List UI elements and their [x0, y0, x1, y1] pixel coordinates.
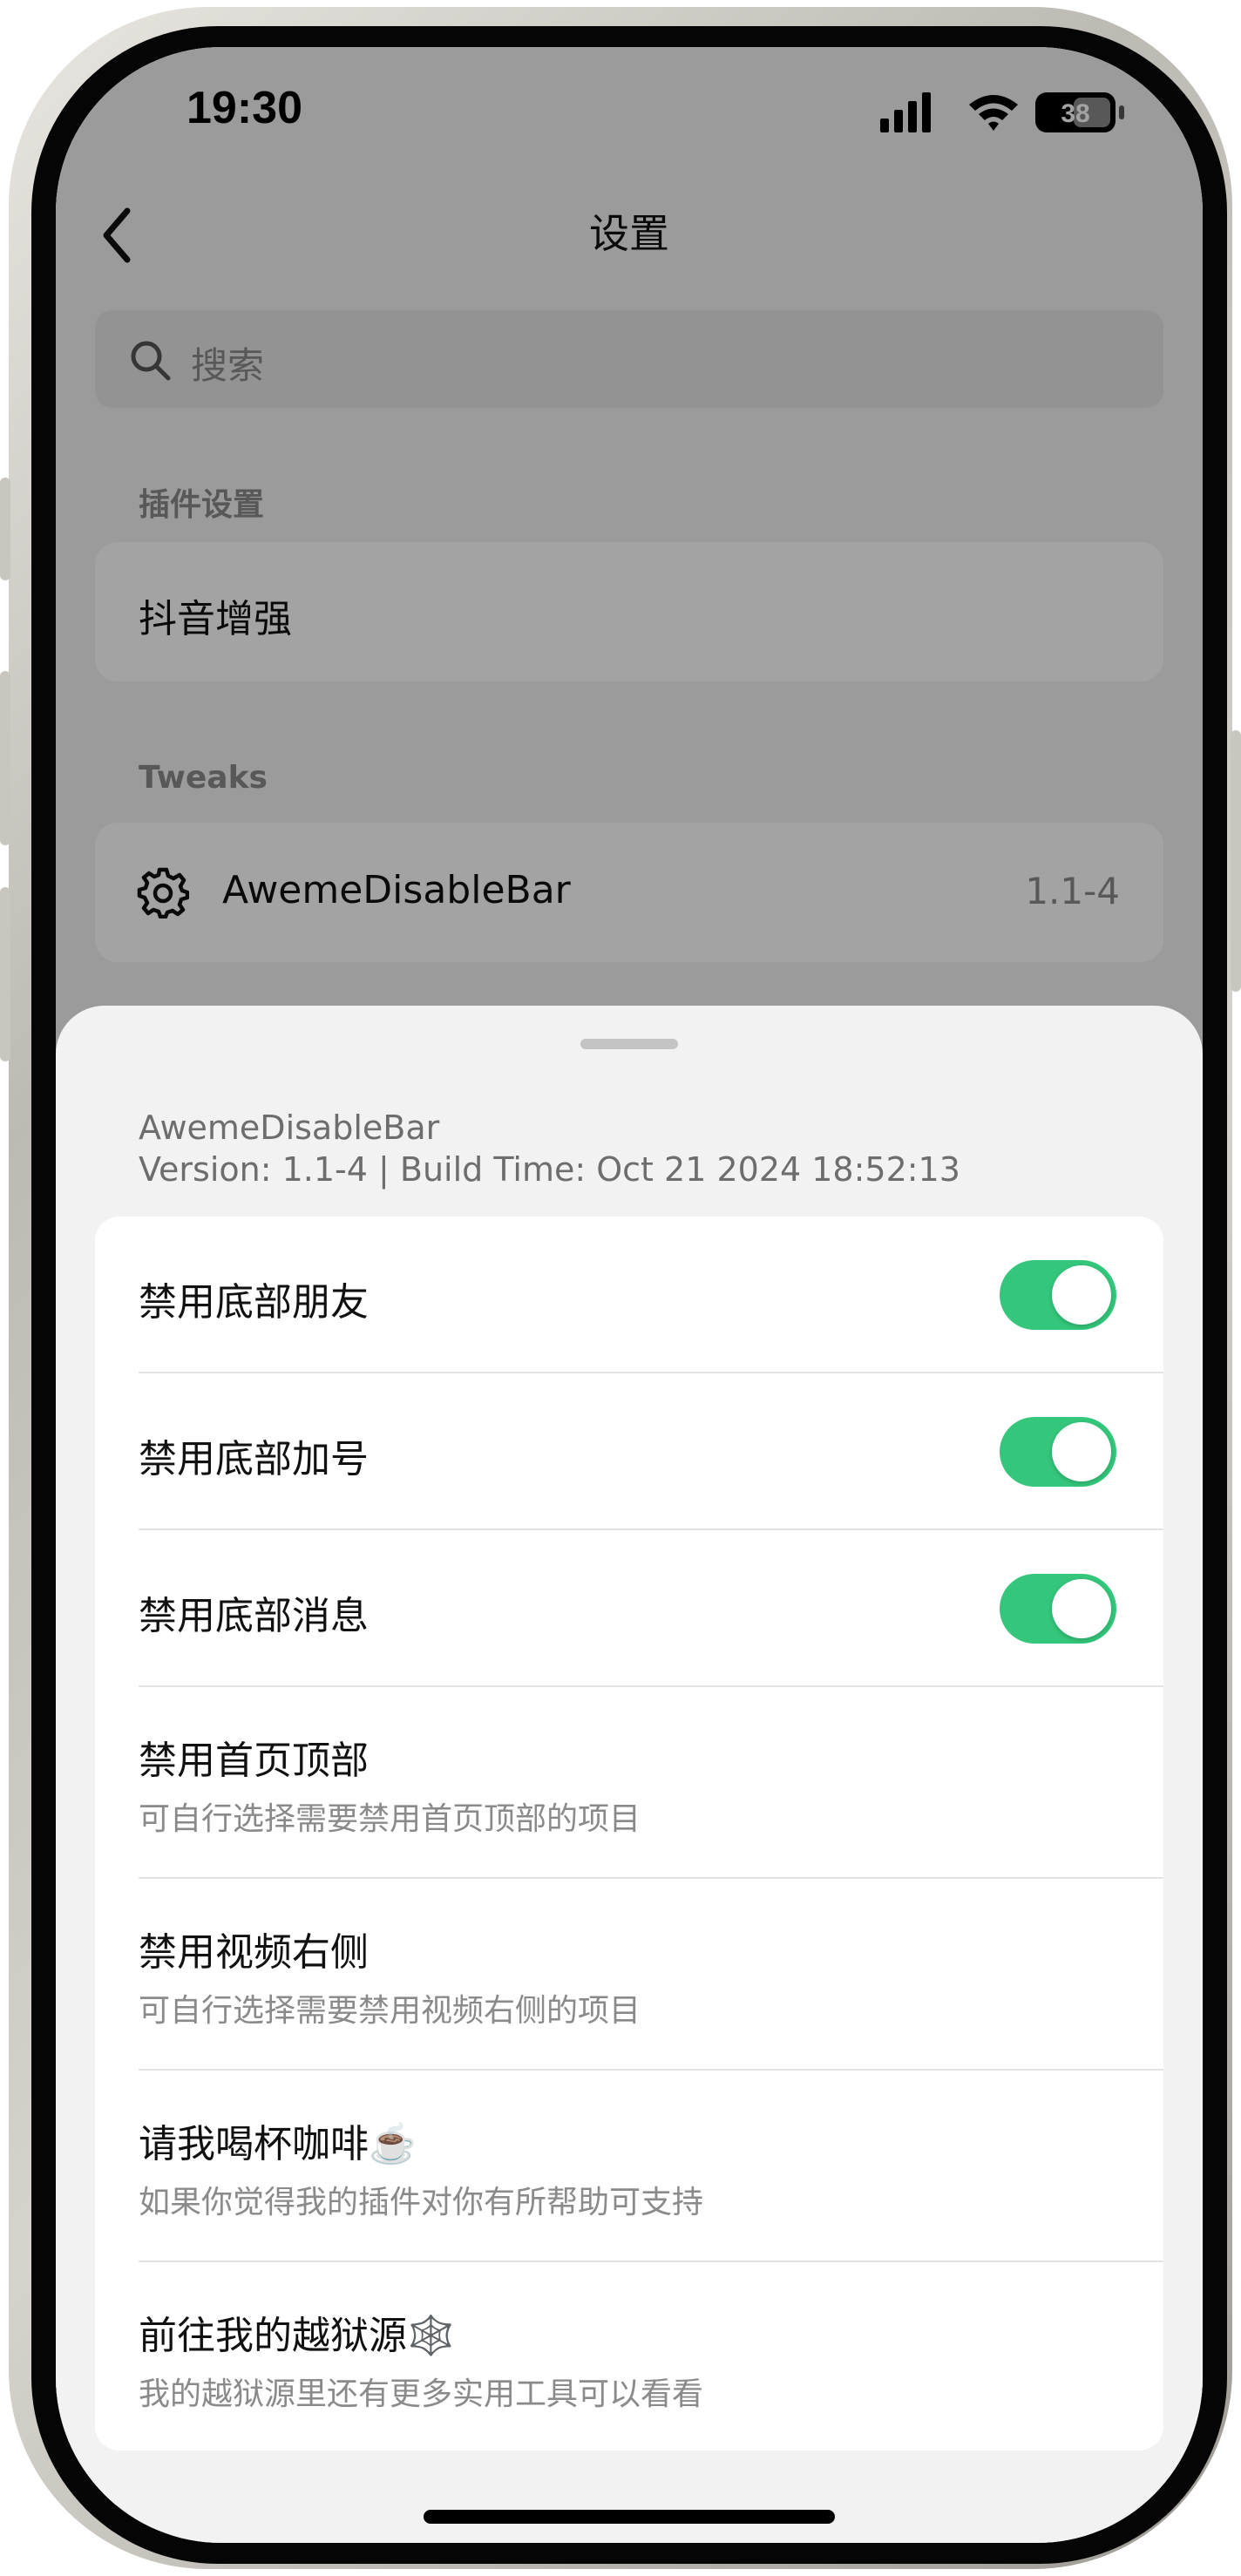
sheet-plugin-name: AwemeDisableBar	[139, 1108, 440, 1147]
option-subtitle: 我的越狱源里还有更多实用工具可以看看	[139, 2376, 704, 2412]
sheet-grabber[interactable]	[580, 1039, 678, 1049]
option-row-buy-coffee[interactable]: 请我喝杯咖啡☕️ 如果你觉得我的插件对你有所帮助可支持	[95, 2071, 1163, 2262]
option-row-disable-plus[interactable]: 禁用底部加号	[95, 1373, 1163, 1530]
option-title: 前往我的越狱源🕸️	[139, 2314, 455, 2358]
option-title: 禁用首页顶部	[139, 1739, 369, 1783]
option-row-disable-home-top[interactable]: 禁用首页顶部 可自行选择需要禁用首页顶部的项目	[95, 1687, 1163, 1879]
volume-up-button	[0, 671, 10, 845]
toggle-knob	[1052, 1579, 1111, 1638]
phone-frame: 19:30 38 设置 搜索 插件设置 抖音增强 Tweaks AwemeDis…	[0, 7, 1241, 2569]
option-title: 禁用底部朋友	[139, 1280, 369, 1325]
bottom-sheet: AwemeDisableBar Version: 1.1-4 | Build T…	[56, 1006, 1203, 2543]
volume-down-button	[0, 887, 10, 1061]
home-indicator[interactable]	[424, 2510, 835, 2524]
option-title: 禁用视频右侧	[139, 1930, 369, 1975]
options-card: 禁用底部朋友 禁用底部加号 禁用底部消息 禁用首页顶部 可自行选择需要禁用首页顶	[95, 1217, 1163, 2451]
toggle-disable-plus[interactable]	[1000, 1417, 1116, 1487]
option-title: 禁用底部加号	[139, 1437, 369, 1481]
action-button	[0, 478, 10, 580]
toggle-knob	[1052, 1265, 1111, 1325]
option-title: 请我喝杯咖啡☕️	[139, 2122, 417, 2166]
option-subtitle: 可自行选择需要禁用视频右侧的项目	[139, 1993, 641, 2029]
screen: 19:30 38 设置 搜索 插件设置 抖音增强 Tweaks AwemeDis…	[56, 47, 1203, 2543]
option-subtitle: 如果你觉得我的插件对你有所帮助可支持	[139, 2185, 704, 2220]
toggle-disable-friends[interactable]	[1000, 1260, 1116, 1330]
toggle-disable-messages[interactable]	[1000, 1574, 1116, 1644]
option-title: 禁用底部消息	[139, 1594, 369, 1638]
toggle-knob	[1052, 1422, 1111, 1481]
option-row-disable-video-right[interactable]: 禁用视频右侧 可自行选择需要禁用视频右侧的项目	[95, 1879, 1163, 2071]
option-row-jailbreak-repo[interactable]: 前往我的越狱源🕸️ 我的越狱源里还有更多实用工具可以看看	[95, 2262, 1163, 2451]
power-button	[1231, 730, 1241, 992]
option-row-disable-messages[interactable]: 禁用底部消息	[95, 1530, 1163, 1687]
sheet-version-line: Version: 1.1-4 | Build Time: Oct 21 2024…	[139, 1150, 960, 1189]
option-row-disable-friends[interactable]: 禁用底部朋友	[95, 1217, 1163, 1373]
option-subtitle: 可自行选择需要禁用首页顶部的项目	[139, 1801, 641, 1837]
